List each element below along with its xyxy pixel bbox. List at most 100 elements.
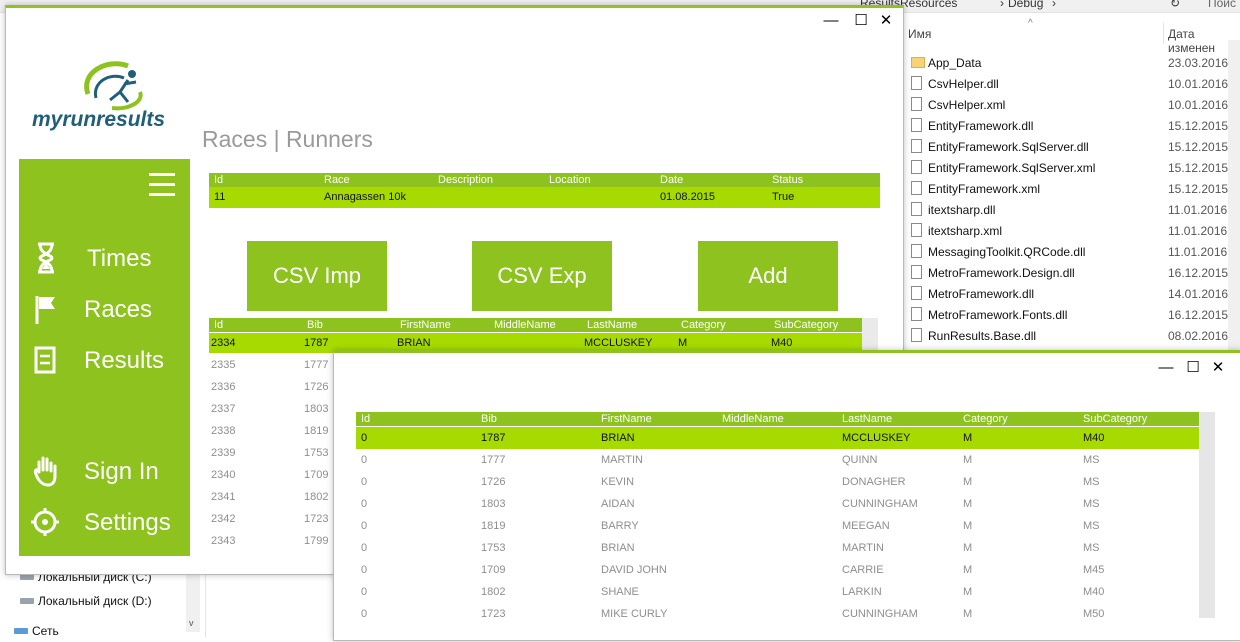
popup-table-scrollbar[interactable] xyxy=(1199,412,1215,618)
column-header[interactable]: FirstName xyxy=(400,319,451,331)
popup-table-row[interactable]: 0 1819 BARRY MEEGAN M MS xyxy=(356,515,1199,537)
column-header[interactable]: Date xyxy=(660,174,683,186)
add-button[interactable]: Add xyxy=(698,241,838,311)
popup-table-row[interactable]: 0 1777 MARTIN QUINN M MS xyxy=(356,449,1199,471)
file-list-item[interactable]: EntityFramework.SqlServer.xml 15.12.2015 … xyxy=(905,157,1240,178)
chevron-down-icon[interactable]: v xyxy=(189,618,194,628)
runner-table-row[interactable]: 2336 1726 xyxy=(209,377,335,397)
column-header[interactable]: Bib xyxy=(481,413,497,425)
column-header[interactable]: MiddleName xyxy=(494,319,556,331)
file-list-item[interactable]: itextsharp.dll 11.01.2016 13: xyxy=(905,199,1240,220)
file-list-item[interactable]: App_Data 23.03.2016 22 xyxy=(905,52,1240,73)
file-list-item[interactable]: MetroFramework.dll14.01.2016 8:5 xyxy=(905,283,1240,304)
runner-table-row[interactable]: 2343 1799 xyxy=(209,531,335,545)
cell: M45 xyxy=(1083,564,1105,576)
file-list-item[interactable]: MetroFramework.Fonts.dll 16.12.2015 11 xyxy=(905,304,1240,325)
column-header[interactable]: SubCategory xyxy=(774,319,838,331)
popup-table-row[interactable]: 0 1726 KEVIN DONAGHER M MS xyxy=(356,471,1199,493)
search-input[interactable]: Поис xyxy=(1208,0,1236,10)
column-header[interactable]: Status xyxy=(772,174,803,186)
path-segment[interactable]: Debug xyxy=(1008,0,1043,10)
minimize-button[interactable]: — xyxy=(1156,359,1176,376)
column-header[interactable]: Location xyxy=(549,174,591,186)
runner-table-row[interactable]: 2338 1819 xyxy=(209,421,335,441)
file-list-item[interactable]: CsvHelper.dll 10.01.2016 20 xyxy=(905,73,1240,94)
cell: MS xyxy=(1083,542,1100,554)
file-list-item[interactable]: EntityFramework.xml 15.12.2015 11 xyxy=(905,178,1240,199)
column-header[interactable]: MiddleName xyxy=(722,413,784,425)
column-header[interactable]: Id xyxy=(361,413,370,425)
popup-table-row[interactable]: 0 1803 AIDAN CUNNINGHAM M MS xyxy=(356,493,1199,515)
runner-table-body[interactable]: 2335 1777 2336 1726 2337 1803 2338 1819 2339 1753… xyxy=(209,355,335,545)
logo-text: myrunresults xyxy=(32,108,166,131)
column-header[interactable]: Description xyxy=(438,174,493,186)
refresh-icon[interactable]: ↻ xyxy=(1170,0,1180,10)
file-name: EntityFramework.SqlServer.dll xyxy=(928,140,1089,154)
cell: 1802 xyxy=(304,491,329,503)
file-list-item[interactable]: RunResults.Base.dll08.02.2016 1:0 xyxy=(905,325,1240,346)
cell: 1709 xyxy=(481,564,506,576)
column-header[interactable]: LastName xyxy=(587,319,637,331)
file-list-item[interactable]: itextsharp.xml 11.01.2016 13: xyxy=(905,220,1240,241)
tree-item-drive-d[interactable]: Локальный диск (D:) xyxy=(0,590,190,612)
runner-table-row[interactable]: 2339 1753 xyxy=(209,443,335,463)
close-button[interactable]: ✕ xyxy=(1208,358,1228,376)
sidebar-item-times[interactable]: Times xyxy=(19,239,190,279)
cell: CUNNINGHAM xyxy=(842,498,918,510)
sidebar-item-results[interactable]: Results xyxy=(19,341,190,381)
network-icon xyxy=(14,628,28,634)
column-header[interactable]: Category xyxy=(963,413,1008,425)
popup-table-body[interactable]: 0 1787 BRIAN MCCLUSKEY M M40 0 1777 MARTIN QUINN M… xyxy=(334,427,1214,617)
popup-table-header: Id Bib FirstName MiddleName LastName Cat… xyxy=(356,412,1199,426)
column-header[interactable]: Race xyxy=(324,174,350,186)
race-table-row[interactable]: 11 Annagassen 10k 01.08.2015 True xyxy=(209,187,880,208)
cell: M xyxy=(963,564,973,576)
runner-table-row[interactable]: 2337 1803 xyxy=(209,399,335,419)
drive-icon xyxy=(20,598,34,604)
sidebar-item-sign-in[interactable]: Sign In xyxy=(19,452,190,492)
file-list-item[interactable]: EntityFramework.SqlServer.dll 15.12.2015 … xyxy=(905,136,1240,157)
column-header[interactable]: Bib xyxy=(307,319,323,331)
runner-table-row[interactable]: 2341 1802 xyxy=(209,487,335,507)
file-list-item[interactable]: MetroFramework.Design.dll 16.12.2015 11 xyxy=(905,262,1240,283)
csv-import-button[interactable]: CSV Imp xyxy=(247,241,387,311)
chevron-right-icon: › xyxy=(1000,0,1004,10)
minimize-button[interactable]: — xyxy=(821,12,841,29)
gear-icon xyxy=(31,508,59,536)
column-header[interactable]: LastName xyxy=(842,413,892,425)
runner-table-row[interactable]: 2340 1709 xyxy=(209,465,335,485)
column-header[interactable]: Category xyxy=(681,319,726,331)
maximize-button[interactable]: ☐ xyxy=(1183,358,1203,376)
column-header[interactable]: Id xyxy=(214,319,223,331)
cell: MARTIN xyxy=(842,542,884,554)
popup-table-row[interactable]: 0 1709 DAVID JOHN CARRIE M M45 xyxy=(356,559,1199,581)
popup-table-row[interactable]: 0 1802 SHANE LARKIN M M40 xyxy=(356,581,1199,603)
column-header[interactable]: Id xyxy=(214,174,223,186)
popup-table-row[interactable]: 0 1787 BRIAN MCCLUSKEY M M40 xyxy=(356,427,1199,449)
cell: MARTIN xyxy=(601,454,643,466)
file-list-item[interactable]: EntityFramework.dll 15.12.2015 11 xyxy=(905,115,1240,136)
cell: MEEGAN xyxy=(842,520,890,532)
nav-pane-scrollbar[interactable]: v xyxy=(186,570,200,632)
explorer-scrollbar[interactable] xyxy=(1228,40,1240,350)
popup-table-row[interactable]: 0 1753 BRIAN MARTIN M MS xyxy=(356,537,1199,559)
file-name: CsvHelper.dll xyxy=(928,77,999,91)
hamburger-menu-icon[interactable] xyxy=(149,171,175,197)
column-header[interactable]: SubCategory xyxy=(1083,413,1147,425)
file-list-item[interactable]: MessagingToolkit.QRCode.dll 11.01.2016 16… xyxy=(905,241,1240,262)
sidebar-item-settings[interactable]: Settings xyxy=(19,503,190,543)
close-button[interactable]: ✕ xyxy=(876,11,896,29)
cell: M40 xyxy=(771,337,793,349)
runner-table-row[interactable]: 2342 1723 xyxy=(209,509,335,529)
maximize-button[interactable]: ☐ xyxy=(851,11,871,29)
file-list-item[interactable]: CsvHelper.xml10.01.2016 20: xyxy=(905,94,1240,115)
sidebar-item-races[interactable]: Races xyxy=(19,290,190,330)
csv-export-button[interactable]: CSV Exp xyxy=(472,241,612,311)
runner-table-row[interactable]: 2335 1777 xyxy=(209,355,335,375)
popup-table-row[interactable]: 0 1723 MIKE CURLY CUNNINGHAM M M50 xyxy=(356,603,1199,617)
cell: DONAGHER xyxy=(842,476,906,488)
column-name-header[interactable]: Имя xyxy=(908,27,931,41)
column-header[interactable]: FirstName xyxy=(601,413,652,425)
tree-item-network[interactable]: Сеть xyxy=(0,620,184,642)
cell: 01.08.2015 xyxy=(660,191,716,203)
